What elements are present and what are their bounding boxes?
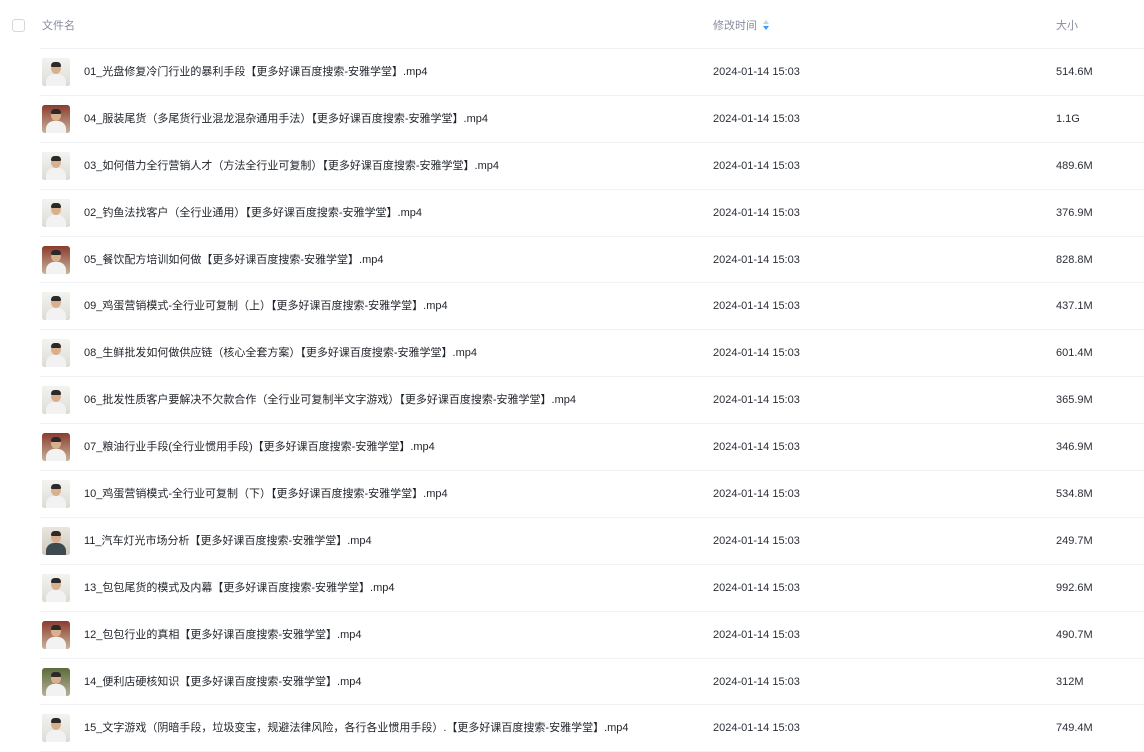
file-size: 828.8M: [1056, 253, 1093, 266]
file-modified-time: 2024-01-14 15:03: [713, 488, 800, 501]
file-size: 312M: [1056, 675, 1084, 688]
file-list-table: 文件名 修改时间 大小 01_光盘修复冷门行业的暴利手段【更多好课百度搜索-安雅…: [0, 0, 1144, 752]
video-thumbnail-icon[interactable]: [42, 573, 70, 602]
column-header-modified[interactable]: 修改时间: [713, 0, 770, 48]
file-modified-time: 2024-01-14 15:03: [713, 628, 800, 641]
video-thumbnail-icon[interactable]: [42, 714, 70, 743]
file-size: 249.7M: [1056, 534, 1093, 547]
sort-icon[interactable]: [762, 19, 770, 31]
table-row[interactable]: 12_包包行业的真相【更多好课百度搜索-安雅学堂】.mp4 2024-01-14 …: [40, 612, 1144, 659]
file-modified-time: 2024-01-14 15:03: [713, 206, 800, 219]
file-modified-time: 2024-01-14 15:03: [713, 112, 800, 125]
file-modified-time: 2024-01-14 15:03: [713, 534, 800, 547]
file-modified-time: 2024-01-14 15:03: [713, 394, 800, 407]
file-size: 514.6M: [1056, 66, 1093, 78]
file-name[interactable]: 08_生鲜批发如何做供应链（核心全套方案）【更多好课百度搜索-安雅学堂】.mp4: [84, 330, 477, 375]
file-modified-time: 2024-01-14 15:03: [713, 675, 800, 688]
file-size: 437.1M: [1056, 300, 1093, 313]
file-size: 601.4M: [1056, 347, 1093, 360]
table-row[interactable]: 13_包包尾货的模式及内幕【更多好课百度搜索-安雅学堂】.mp4 2024-01-…: [40, 565, 1144, 612]
file-name[interactable]: 01_光盘修复冷门行业的暴利手段【更多好课百度搜索-安雅学堂】.mp4: [84, 49, 427, 94]
file-size: 992.6M: [1056, 581, 1093, 594]
select-all-checkbox[interactable]: [12, 19, 25, 32]
video-thumbnail-icon[interactable]: [42, 198, 70, 227]
video-thumbnail-icon[interactable]: [42, 480, 70, 509]
table-row[interactable]: 08_生鲜批发如何做供应链（核心全套方案）【更多好课百度搜索-安雅学堂】.mp4…: [40, 330, 1144, 378]
file-modified-time: 2024-01-14 15:03: [713, 66, 800, 78]
table-row[interactable]: 04_服装尾货（多尾货行业混龙混杂通用手法）【更多好课百度搜索-安雅学堂】.mp…: [40, 96, 1144, 143]
file-name[interactable]: 03_如何借力全行营销人才（方法全行业可复制）【更多好课百度搜索-安雅学堂】.m…: [84, 143, 499, 188]
table-row[interactable]: 03_如何借力全行营销人才（方法全行业可复制）【更多好课百度搜索-安雅学堂】.m…: [40, 143, 1144, 190]
file-size: 376.9M: [1056, 206, 1093, 219]
file-name[interactable]: 04_服装尾货（多尾货行业混龙混杂通用手法）【更多好课百度搜索-安雅学堂】.mp…: [84, 96, 488, 141]
video-thumbnail-icon[interactable]: [42, 339, 70, 368]
table-row[interactable]: 02_钓鱼法找客户（全行业通用）【更多好课百度搜索-安雅学堂】.mp4 2024-…: [40, 190, 1144, 237]
table-header: 文件名 修改时间 大小: [40, 0, 1144, 49]
file-modified-time: 2024-01-14 15:03: [713, 253, 800, 266]
video-thumbnail-icon[interactable]: [42, 151, 70, 180]
file-name[interactable]: 13_包包尾货的模式及内幕【更多好课百度搜索-安雅学堂】.mp4: [84, 565, 394, 610]
table-row[interactable]: 11_汽车灯光市场分析【更多好课百度搜索-安雅学堂】.mp4 2024-01-14…: [40, 518, 1144, 565]
file-name[interactable]: 12_包包行业的真相【更多好课百度搜索-安雅学堂】.mp4: [84, 612, 361, 657]
video-thumbnail-icon[interactable]: [42, 58, 70, 86]
file-name[interactable]: 11_汽车灯光市场分析【更多好课百度搜索-安雅学堂】.mp4: [84, 518, 372, 563]
video-thumbnail-icon[interactable]: [42, 245, 70, 274]
file-rows: 01_光盘修复冷门行业的暴利手段【更多好课百度搜索-安雅学堂】.mp4 2024-…: [0, 49, 1144, 752]
video-thumbnail-icon[interactable]: [42, 526, 70, 555]
table-row[interactable]: 09_鸡蛋营销模式-全行业可复制（上）【更多好课百度搜索-安雅学堂】.mp4 20…: [40, 283, 1144, 331]
column-header-modified-label: 修改时间: [713, 20, 757, 32]
file-name[interactable]: 10_鸡蛋营销模式-全行业可复制（下）【更多好课百度搜索-安雅学堂】.mp4: [84, 471, 448, 516]
file-modified-time: 2024-01-14 15:03: [713, 347, 800, 360]
video-thumbnail-icon[interactable]: [42, 667, 70, 696]
table-row[interactable]: 01_光盘修复冷门行业的暴利手段【更多好课百度搜索-安雅学堂】.mp4 2024-…: [40, 49, 1144, 96]
table-row[interactable]: 15_文字游戏（阴暗手段，垃圾变宝，规避法律风险，各行各业惯用手段）.【更多好课…: [40, 705, 1144, 752]
file-name[interactable]: 09_鸡蛋营销模式-全行业可复制（上）【更多好课百度搜索-安雅学堂】.mp4: [84, 283, 448, 328]
video-thumbnail-icon[interactable]: [42, 292, 70, 321]
file-name[interactable]: 07_粮油行业手段(全行业惯用手段)【更多好课百度搜索-安雅学堂】.mp4: [84, 424, 435, 469]
file-size: 346.9M: [1056, 441, 1093, 454]
video-thumbnail-icon[interactable]: [42, 433, 70, 462]
table-row[interactable]: 10_鸡蛋营销模式-全行业可复制（下）【更多好课百度搜索-安雅学堂】.mp4 20…: [40, 471, 1144, 518]
file-modified-time: 2024-01-14 15:03: [713, 159, 800, 172]
file-modified-time: 2024-01-14 15:03: [713, 300, 800, 313]
file-size: 489.6M: [1056, 159, 1093, 172]
video-thumbnail-icon[interactable]: [42, 620, 70, 649]
column-header-size[interactable]: 大小: [1056, 0, 1078, 48]
table-row[interactable]: 05_餐饮配方培训如何做【更多好课百度搜索-安雅学堂】.mp4 2024-01-1…: [40, 237, 1144, 284]
file-name[interactable]: 06_批发性质客户要解决不欠款合作（全行业可复制半文字游戏）【更多好课百度搜索-…: [84, 377, 576, 422]
file-name[interactable]: 05_餐饮配方培训如何做【更多好课百度搜索-安雅学堂】.mp4: [84, 237, 383, 282]
table-row[interactable]: 07_粮油行业手段(全行业惯用手段)【更多好课百度搜索-安雅学堂】.mp4 202…: [40, 424, 1144, 472]
file-size: 365.9M: [1056, 394, 1093, 407]
table-row[interactable]: 06_批发性质客户要解决不欠款合作（全行业可复制半文字游戏）【更多好课百度搜索-…: [40, 377, 1144, 425]
file-size: 534.8M: [1056, 488, 1093, 501]
file-size: 1.1G: [1056, 112, 1080, 125]
column-header-name[interactable]: 文件名: [42, 0, 75, 48]
video-thumbnail-icon[interactable]: [42, 386, 70, 415]
file-size: 490.7M: [1056, 628, 1093, 641]
file-name[interactable]: 14_便利店硬核知识【更多好课百度搜索-安雅学堂】.mp4: [84, 659, 361, 704]
file-modified-time: 2024-01-14 15:03: [713, 581, 800, 594]
file-modified-time: 2024-01-14 15:03: [713, 441, 800, 454]
video-thumbnail-icon[interactable]: [42, 104, 70, 133]
file-name[interactable]: 02_钓鱼法找客户（全行业通用）【更多好课百度搜索-安雅学堂】.mp4: [84, 190, 422, 235]
table-row[interactable]: 14_便利店硬核知识【更多好课百度搜索-安雅学堂】.mp4 2024-01-14 …: [40, 659, 1144, 706]
